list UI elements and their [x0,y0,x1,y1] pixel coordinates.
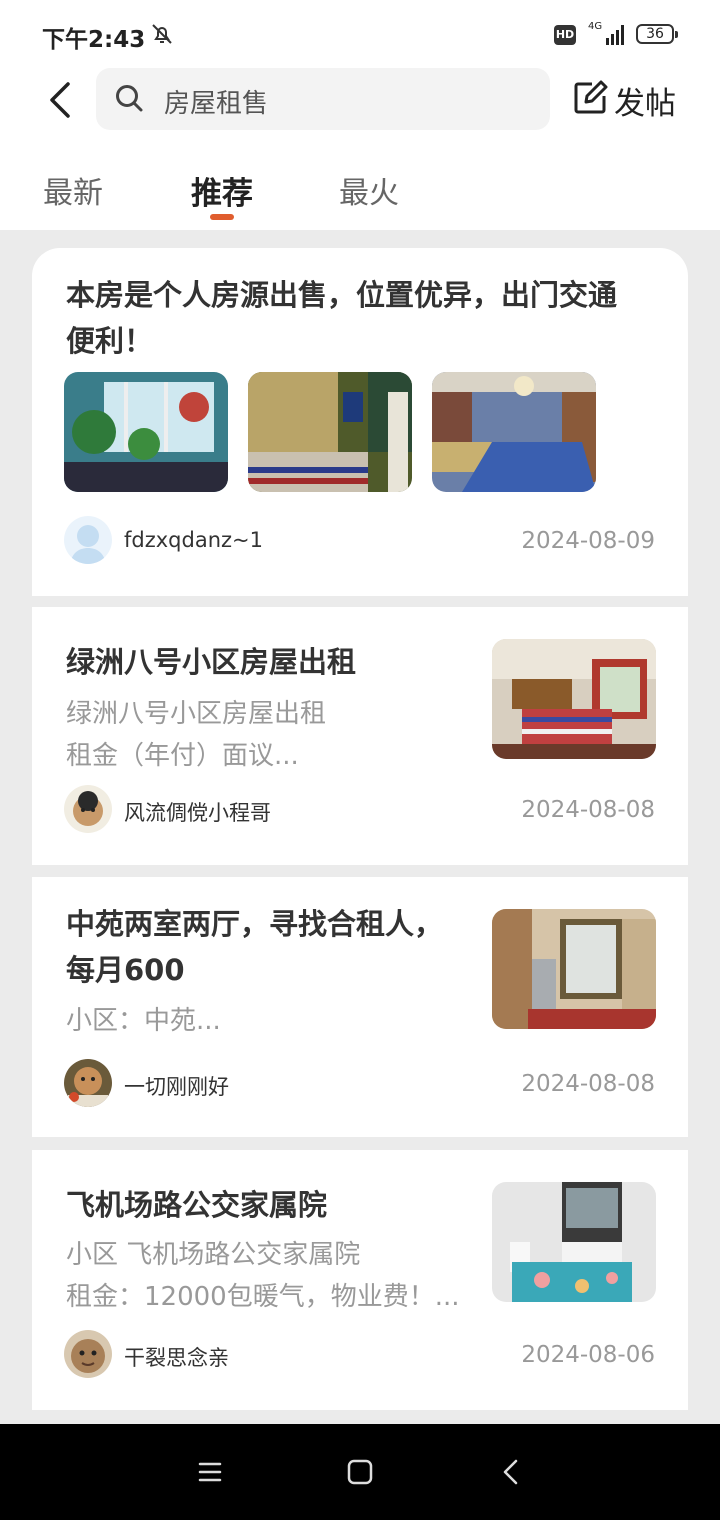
post-title: 飞机场路公交家属院 [66,1188,328,1222]
post-author[interactable]: 风流倜傥小程哥 [124,797,271,827]
post-date: 2024-08-06 [521,1342,655,1368]
post-author[interactable]: fdzxqdanz~1 [124,528,263,552]
status-bar: 下午2:43 HD 4G 36 [0,0,720,68]
search-placeholder: 房屋租售 [164,89,269,119]
post-label: 发帖 [614,86,676,122]
post-card[interactable]: 绿洲八号小区房屋出租 绿洲八号小区房屋出租 租金（年付）面议... 风流倜傥小程… [32,607,688,865]
post-card[interactable]: 本房是个人房源出售，位置优异，出门交通 便利！ fdzxqdanz~1 2024… [32,248,688,596]
back-icon[interactable] [492,1452,532,1492]
post-title-line: 本房是个人房源出售，位置优异，出门交通 [66,278,618,312]
tab-recommended[interactable]: 推荐 [191,168,253,213]
avatar[interactable] [64,1330,112,1378]
post-desc: 绿洲八号小区房屋出租 租金（年付）面议... [66,693,326,777]
post-desc: 小区：中苑... [66,1006,221,1036]
system-nav-bar [0,1424,720,1520]
post-title: 绿洲八号小区房屋出租 [66,645,357,679]
status-time: 下午2:43 [42,27,146,53]
hd-icon: HD [554,25,576,45]
network-type: 4G [588,21,603,32]
home-icon[interactable] [340,1452,380,1492]
tab-hottest[interactable]: 最火 [339,168,399,212]
search-input[interactable]: 房屋租售 [96,68,550,130]
edit-icon [572,80,608,116]
post-card[interactable]: 飞机场路公交家属院 小区 飞机场路公交家属院 租金：12000包暖气，物业费！.… [32,1150,688,1410]
post-button[interactable]: 发帖 [572,78,692,122]
bell-muted-icon [150,22,174,46]
post-image[interactable] [64,372,228,492]
post-author[interactable]: 干裂思念亲 [124,1342,229,1372]
post-card[interactable]: 中苑两室两厅，寻找合租人， 每月600 小区：中苑... 一切刚刚好 2024-… [32,877,688,1137]
post-image[interactable] [492,909,656,1029]
post-desc-line: 租金：12000包暖气，物业费！... [66,1282,460,1312]
post-image[interactable] [492,639,656,759]
post-desc: 小区 飞机场路公交家属院 租金：12000包暖气，物业费！... [66,1234,460,1318]
menu-icon[interactable] [190,1452,230,1492]
chevron-left-icon [50,82,70,118]
post-title-line: 便利！ [66,324,154,358]
battery-icon: 36 [636,24,678,44]
post-image[interactable] [432,372,596,492]
post-date: 2024-08-08 [521,1071,655,1097]
tab-latest[interactable]: 最新 [43,168,103,212]
signal-icon [604,24,628,46]
post-title: 中苑两室两厅，寻找合租人， 每月600 [66,901,443,993]
post-desc-line: 租金（年付）面议... [66,741,299,771]
back-button[interactable] [40,78,84,122]
post-image[interactable] [492,1182,656,1302]
active-tab-indicator [210,214,234,220]
header-area: 下午2:43 HD 4G 36 房屋租售 发帖 最新 推荐 最火 [0,0,720,230]
post-image[interactable] [248,372,412,492]
avatar[interactable] [64,785,112,833]
post-title-line: 中苑两室两厅，寻找合租人， [66,907,444,941]
post-desc-line: 小区 飞机场路公交家属院 [66,1240,361,1270]
avatar[interactable] [64,1059,112,1107]
post-title-line: 每月600 [66,953,185,987]
post-desc-line: 绿洲八号小区房屋出租 [66,699,327,729]
search-icon [114,83,144,113]
post-title: 本房是个人房源出售，位置优异，出门交通 便利！ [66,272,617,364]
post-author[interactable]: 一切刚刚好 [124,1071,229,1101]
avatar[interactable] [64,516,112,564]
post-date: 2024-08-09 [521,528,655,554]
post-date: 2024-08-08 [521,797,655,823]
